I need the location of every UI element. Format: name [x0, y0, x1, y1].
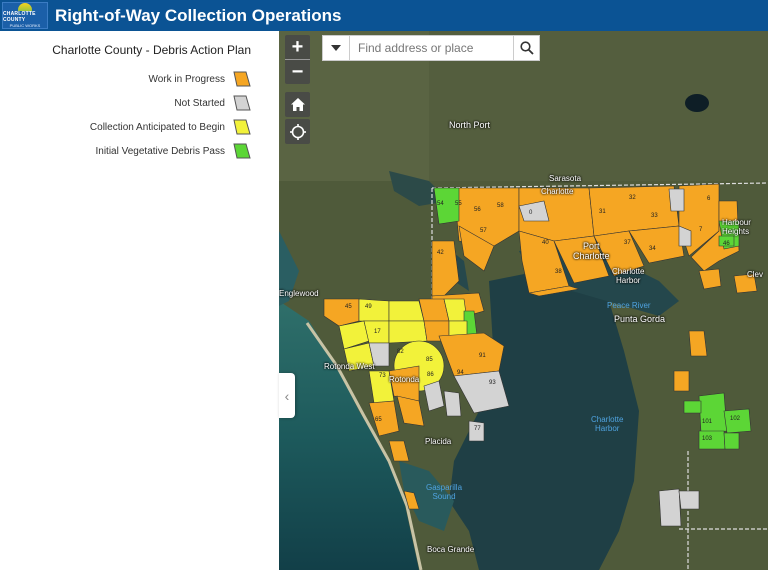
- logo-sun-icon: [18, 3, 32, 11]
- legend-label: Collection Anticipated to Begin: [89, 121, 225, 133]
- zone-label: 42: [437, 250, 444, 256]
- place-label-north-port: North Port: [449, 120, 491, 130]
- zone-label: 93: [489, 380, 496, 386]
- zone-label: 85: [426, 357, 433, 363]
- place-label-rotonda-west: Rotonda West: [324, 362, 375, 371]
- zone-label: 103: [702, 436, 713, 442]
- zone-label: 91: [479, 353, 486, 359]
- logo-text-line1: CHARLOTTE COUNTY: [3, 11, 36, 23]
- zone-label: 57: [480, 228, 487, 234]
- place-label-port-charlotte: Port Charlotte: [573, 241, 610, 261]
- search-input[interactable]: [350, 36, 513, 60]
- legend-swatch-gray: [233, 95, 251, 111]
- logo-text-line2: PUBLIC WORKS: [9, 23, 41, 28]
- legend-item-collection-anticipated: Collection Anticipated to Begin: [90, 119, 251, 135]
- zoom-in-button[interactable]: +: [285, 35, 310, 59]
- zone-label: 38: [555, 269, 562, 275]
- search-button[interactable]: [513, 36, 539, 60]
- zone-label: 65: [375, 417, 382, 423]
- zone-label: 7: [699, 227, 703, 233]
- zone-label: 46: [723, 241, 730, 247]
- search-icon: [519, 41, 534, 55]
- search-source-dropdown[interactable]: [323, 36, 350, 60]
- zone-label: 101: [702, 419, 713, 425]
- collapse-panel-button[interactable]: ‹: [279, 373, 295, 418]
- zone-label: 37: [624, 240, 631, 246]
- place-label-rotonda: Rotonda: [389, 375, 420, 384]
- place-label-placida: Placida: [425, 437, 452, 446]
- zone-label: 94: [457, 370, 464, 376]
- place-label-boca-grande: Boca Grande: [427, 545, 475, 554]
- legend-label: Work in Progress: [148, 73, 225, 85]
- legend-item-not-started: Not Started: [174, 95, 251, 111]
- water-label-charlotte-harbor: Charlotte Harbor: [591, 415, 624, 433]
- zone-label: 73: [379, 373, 386, 379]
- place-label-charlotte: Charlotte: [541, 187, 574, 196]
- zone-label: 58: [497, 203, 504, 209]
- place-label-charlotte-harbor: Charlotte Harbor: [612, 267, 645, 285]
- home-button[interactable]: [285, 92, 310, 117]
- satellite-basemap: [279, 31, 768, 570]
- zone-label: 34: [649, 246, 656, 252]
- county-logo: CHARLOTTE COUNTY PUBLIC WORKS: [2, 2, 48, 29]
- place-label-sarasota: Sarasota: [549, 174, 582, 183]
- zone-label: 0: [529, 210, 533, 216]
- zone-label: 32: [629, 195, 636, 201]
- place-label-punta-gorda: Punta Gorda: [614, 314, 666, 324]
- legend-swatch-green: [233, 143, 251, 159]
- app-title: Right-of-Way Collection Operations: [55, 5, 342, 25]
- zone-label: 40: [542, 240, 549, 246]
- zone-label: 86: [427, 372, 434, 378]
- locate-button[interactable]: [285, 119, 310, 144]
- zone-label: 82: [397, 349, 404, 355]
- zone-label: 56: [474, 207, 481, 213]
- place-label-harbour-heights: Harbour Heights: [722, 218, 751, 236]
- zone-label: 17: [374, 329, 381, 335]
- legend-panel: Charlotte County - Debris Action Plan Wo…: [0, 31, 279, 570]
- zone-label: 55: [455, 201, 462, 207]
- zoom-control: + −: [285, 35, 310, 84]
- water-label-peace-river: Peace River: [607, 301, 651, 310]
- legend-item-initial-vegetative: Initial Vegetative Debris Pass: [95, 143, 251, 159]
- water-label-gasparilla-sound: Gasparilla Sound: [426, 483, 463, 501]
- zone-label: 31: [599, 209, 606, 215]
- locate-icon: [289, 123, 306, 140]
- zone-label: 102: [730, 416, 741, 422]
- legend-item-work-in-progress: Work in Progress: [148, 71, 251, 87]
- legend-swatch-yellow: [233, 119, 251, 135]
- zone-label: 77: [474, 426, 481, 432]
- zone-label: 49: [365, 304, 372, 310]
- place-label-englewood: Englewood: [279, 289, 319, 298]
- legend-title: Charlotte County - Debris Action Plan: [52, 43, 251, 57]
- legend-swatch-orange: [233, 71, 251, 87]
- zoom-out-button[interactable]: −: [285, 60, 310, 84]
- zone-label: 54: [437, 201, 444, 207]
- home-icon: [290, 98, 305, 111]
- caret-down-icon: [331, 45, 341, 51]
- zone-label: 6: [707, 196, 711, 202]
- map-view[interactable]: 54 55 56 58 0 31 32 33 37 34 40 38 57 42…: [279, 31, 768, 570]
- search-widget: [322, 35, 540, 61]
- app-header: CHARLOTTE COUNTY PUBLIC WORKS Right-of-W…: [0, 0, 768, 31]
- zone-label: 33: [651, 213, 658, 219]
- legend-label: Not Started: [174, 97, 225, 109]
- legend-label: Initial Vegetative Debris Pass: [95, 145, 225, 157]
- place-label-cleveland: Clev: [747, 270, 764, 279]
- zone-label: 45: [345, 304, 352, 310]
